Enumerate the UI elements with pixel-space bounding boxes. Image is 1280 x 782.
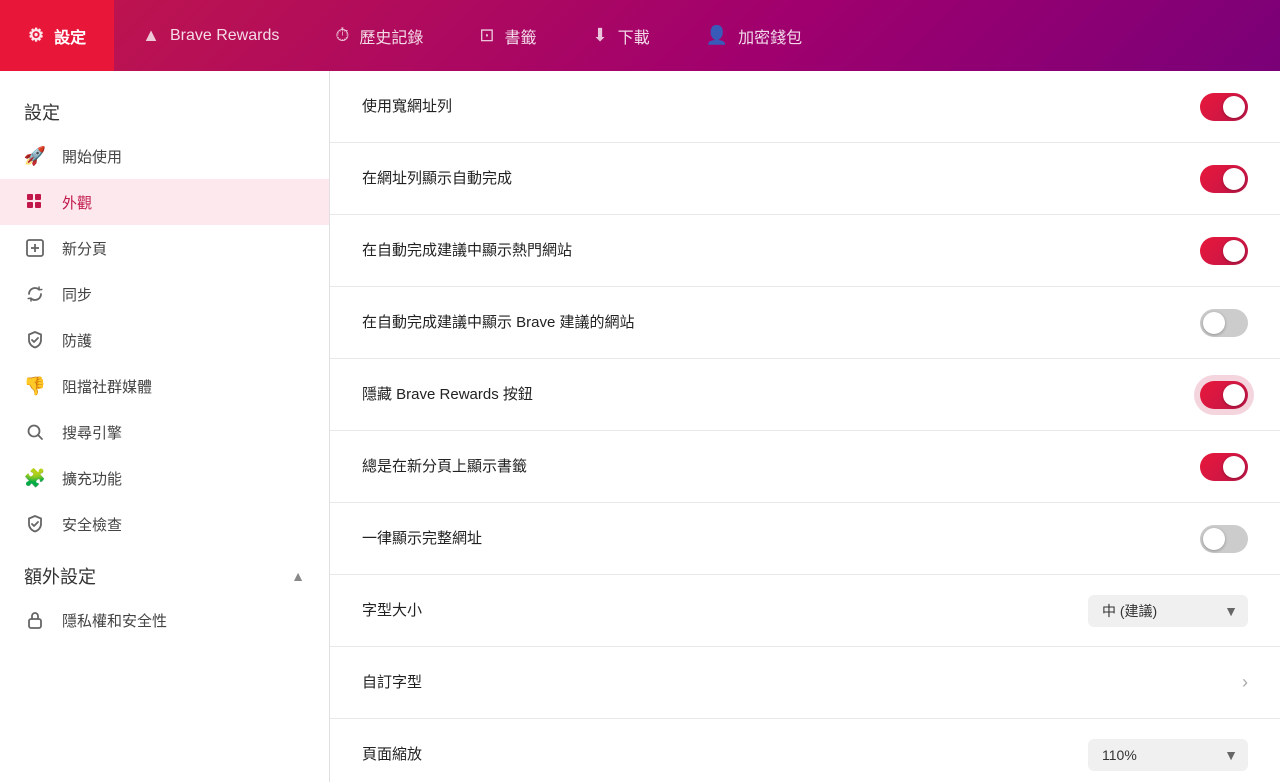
custom-font-chevron-icon: › [1242,672,1248,693]
setting-custom-font-label: 自訂字型 [362,672,422,693]
nav-downloads[interactable]: ⬇ 下載 [565,0,678,71]
content-area: 使用寬網址列 在網址列顯示自動完成 在自動完 [330,71,1280,782]
setting-wide-address-bar: 使用寬網址列 [330,71,1280,143]
new-tab-icon [24,237,46,259]
extra-settings-title: 額外設定 [24,563,96,589]
history-icon: ⏱ [335,25,349,46]
extra-settings-chevron-up: ▲ [291,568,305,584]
setting-font-size-label: 字型大小 [362,600,422,621]
sidebar-item-extensions-label: 擴充功能 [62,468,122,489]
appearance-icon [24,191,46,213]
sidebar-item-search-label: 搜尋引擎 [62,422,122,443]
downloads-icon: ⬇ [593,25,608,46]
toggle-brave-suggested[interactable] [1200,309,1248,337]
toggle-autocomplete[interactable] [1200,165,1248,193]
page-zoom-select[interactable]: 75% 90% 100% 110% 125% 150% 175% 200% [1088,739,1248,771]
sidebar-item-social-blocking[interactable]: 👎 阻擋社群媒體 [0,363,329,409]
sidebar-main-title: 設定 [0,87,329,133]
setting-show-popular: 在自動完成建議中顯示熱門網站 [330,215,1280,287]
nav-bookmarks-label: 書籤 [505,24,537,48]
nav-bookmarks[interactable]: ⊡ 書籤 [451,0,564,71]
settings-icon: ⚙ [28,25,44,46]
nav-history[interactable]: ⏱ 歷史記錄 [307,0,451,71]
sidebar-item-shields-label: 防護 [62,330,92,351]
nav-downloads-label: 下載 [618,24,650,48]
security-check-icon [24,513,46,535]
setting-full-url: 一律顯示完整網址 [330,503,1280,575]
nav-brave-rewards[interactable]: ▲ Brave Rewards [114,0,307,71]
sync-icon [24,283,46,305]
setting-custom-font[interactable]: 自訂字型 › [330,647,1280,719]
toggle-hide-brave-rewards[interactable] [1200,381,1248,409]
sidebar-item-extensions[interactable]: 🧩 擴充功能 [0,455,329,501]
sidebar-item-sync[interactable]: 同步 [0,271,329,317]
setting-hide-brave-rewards-label: 隱藏 Brave Rewards 按鈕 [362,384,533,405]
sidebar-item-get-started-label: 開始使用 [62,146,122,167]
rocket-icon: 🚀 [24,145,46,167]
sidebar: 設定 🚀 開始使用 外觀 [0,71,330,782]
toggle-full-url[interactable] [1200,525,1248,553]
setting-brave-suggested-label: 在自動完成建議中顯示 Brave 建議的網站 [362,312,635,333]
sidebar-item-sync-label: 同步 [62,284,92,305]
font-size-dropdown-wrapper: 極小 小 中 (建議) 大 極大 ▼ [1088,595,1248,627]
extensions-icon: 🧩 [24,467,46,489]
nav-crypto-wallet-label: 加密錢包 [738,24,802,48]
setting-show-popular-label: 在自動完成建議中顯示熱門網站 [362,240,572,261]
sidebar-item-social-blocking-label: 阻擋社群媒體 [62,376,152,397]
setting-page-zoom-label: 頁面縮放 [362,744,422,765]
setting-page-zoom: 頁面縮放 75% 90% 100% 110% 125% 150% 175% 20… [330,719,1280,782]
nav-crypto-wallet[interactable]: 👤 加密錢包 [678,0,830,71]
toggle-show-popular[interactable] [1200,237,1248,265]
thumbs-down-icon: 👎 [24,375,46,397]
sidebar-item-privacy[interactable]: 隱私權和安全性 [0,597,329,643]
lock-icon [24,609,46,631]
setting-hide-brave-rewards: 隱藏 Brave Rewards 按鈕 [330,359,1280,431]
brave-rewards-icon: ▲ [142,25,160,46]
search-icon [24,421,46,443]
sidebar-item-privacy-label: 隱私權和安全性 [62,610,167,631]
setting-show-bookmarks: 總是在新分頁上顯示書籤 [330,431,1280,503]
setting-autocomplete-label: 在網址列顯示自動完成 [362,168,512,189]
sidebar-item-search[interactable]: 搜尋引擎 [0,409,329,455]
top-navigation: ⚙ 設定 ▲ Brave Rewards ⏱ 歷史記錄 ⊡ 書籤 ⬇ 下載 👤 … [0,0,1280,71]
sidebar-item-get-started[interactable]: 🚀 開始使用 [0,133,329,179]
setting-autocomplete: 在網址列顯示自動完成 [330,143,1280,215]
sidebar-item-security-check-label: 安全檢查 [62,514,122,535]
setting-show-bookmarks-label: 總是在新分頁上顯示書籤 [362,456,527,477]
nav-settings[interactable]: ⚙ 設定 [0,0,114,71]
nav-settings-label: 設定 [54,24,86,48]
sidebar-item-new-tab-label: 新分頁 [62,238,107,259]
nav-brave-rewards-label: Brave Rewards [170,27,279,45]
sidebar-item-shields[interactable]: 防護 [0,317,329,363]
setting-brave-suggested: 在自動完成建議中顯示 Brave 建議的網站 [330,287,1280,359]
extra-settings-section[interactable]: 額外設定 ▲ [0,547,329,597]
sidebar-item-new-tab[interactable]: 新分頁 [0,225,329,271]
setting-wide-address-bar-control [1200,93,1248,121]
sidebar-item-appearance-label: 外觀 [62,192,92,213]
sidebar-item-appearance[interactable]: 外觀 [0,179,329,225]
toggle-wide-address-bar[interactable] [1200,93,1248,121]
setting-wide-address-bar-label: 使用寬網址列 [362,96,452,117]
crypto-wallet-icon: 👤 [706,25,728,46]
setting-font-size: 字型大小 極小 小 中 (建議) 大 極大 ▼ [330,575,1280,647]
sidebar-item-security-check[interactable]: 安全檢查 [0,501,329,547]
toggle-show-bookmarks[interactable] [1200,453,1248,481]
setting-full-url-label: 一律顯示完整網址 [362,528,482,549]
page-zoom-dropdown-wrapper: 75% 90% 100% 110% 125% 150% 175% 200% ▼ [1088,739,1248,771]
main-layout: 設定 🚀 開始使用 外觀 [0,71,1280,782]
font-size-select[interactable]: 極小 小 中 (建議) 大 極大 [1088,595,1248,627]
nav-history-label: 歷史記錄 [359,24,423,48]
bookmarks-icon: ⊡ [479,25,494,46]
shield-icon [24,329,46,351]
